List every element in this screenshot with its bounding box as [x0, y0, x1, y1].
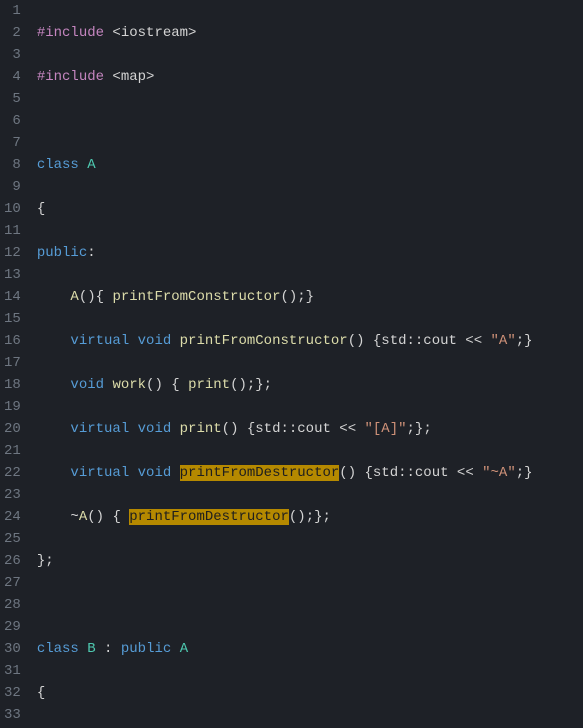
line-number: 27: [4, 572, 21, 594]
line-number: 31: [4, 660, 21, 682]
highlighted-occurrence: printFromDestructor: [129, 509, 289, 525]
line-number: 21: [4, 440, 21, 462]
code-line: #include <map>: [37, 66, 533, 88]
line-number: 4: [4, 66, 21, 88]
line-number: 24: [4, 506, 21, 528]
code-line: {: [37, 198, 533, 220]
line-number: 32: [4, 682, 21, 704]
line-number: 20: [4, 418, 21, 440]
line-number: 2: [4, 22, 21, 44]
code-area[interactable]: #include <iostream> #include <map> class…: [31, 0, 533, 728]
code-line: {: [37, 682, 533, 704]
code-line: [37, 110, 533, 132]
code-line: class A: [37, 154, 533, 176]
line-number: 23: [4, 484, 21, 506]
line-number: 29: [4, 616, 21, 638]
code-line: ~A() { printFromDestructor();};: [37, 506, 533, 528]
code-line: virtual void printFromDestructor() {std:…: [37, 462, 533, 484]
line-number: 25: [4, 528, 21, 550]
line-number: 18: [4, 374, 21, 396]
line-number: 5: [4, 88, 21, 110]
code-line: void work() { print();};: [37, 374, 533, 396]
line-number: 6: [4, 110, 21, 132]
code-line: class B : public A: [37, 638, 533, 660]
highlighted-occurrence: printFromDestructor: [180, 465, 340, 481]
line-number: 7: [4, 132, 21, 154]
code-line: virtual void printFromConstructor() {std…: [37, 330, 533, 352]
line-number: 17: [4, 352, 21, 374]
line-number: 26: [4, 550, 21, 572]
line-number: 1: [4, 0, 21, 22]
code-line: #include <iostream>: [37, 22, 533, 44]
gutter: 1 2 3 4 5 6 7 8 9 10 11 12 13 14 15 16 1…: [0, 0, 31, 728]
line-number: 19: [4, 396, 21, 418]
line-number: 3: [4, 44, 21, 66]
code-line: [37, 594, 533, 616]
code-line: public:: [37, 242, 533, 264]
line-number: 13: [4, 264, 21, 286]
line-number: 9: [4, 176, 21, 198]
code-line: virtual void print() {std::cout << "[A]"…: [37, 418, 533, 440]
line-number: 22: [4, 462, 21, 484]
line-number: 11: [4, 220, 21, 242]
line-number: 8: [4, 154, 21, 176]
line-number: 10: [4, 198, 21, 220]
line-number: 15: [4, 308, 21, 330]
line-number: 12: [4, 242, 21, 264]
line-number: 30: [4, 638, 21, 660]
code-line: A(){ printFromConstructor();}: [37, 286, 533, 308]
line-number: 33: [4, 704, 21, 726]
line-number: 16: [4, 330, 21, 352]
line-number: 28: [4, 594, 21, 616]
code-editor[interactable]: 1 2 3 4 5 6 7 8 9 10 11 12 13 14 15 16 1…: [0, 0, 583, 728]
code-line: };: [37, 550, 533, 572]
line-number: 14: [4, 286, 21, 308]
